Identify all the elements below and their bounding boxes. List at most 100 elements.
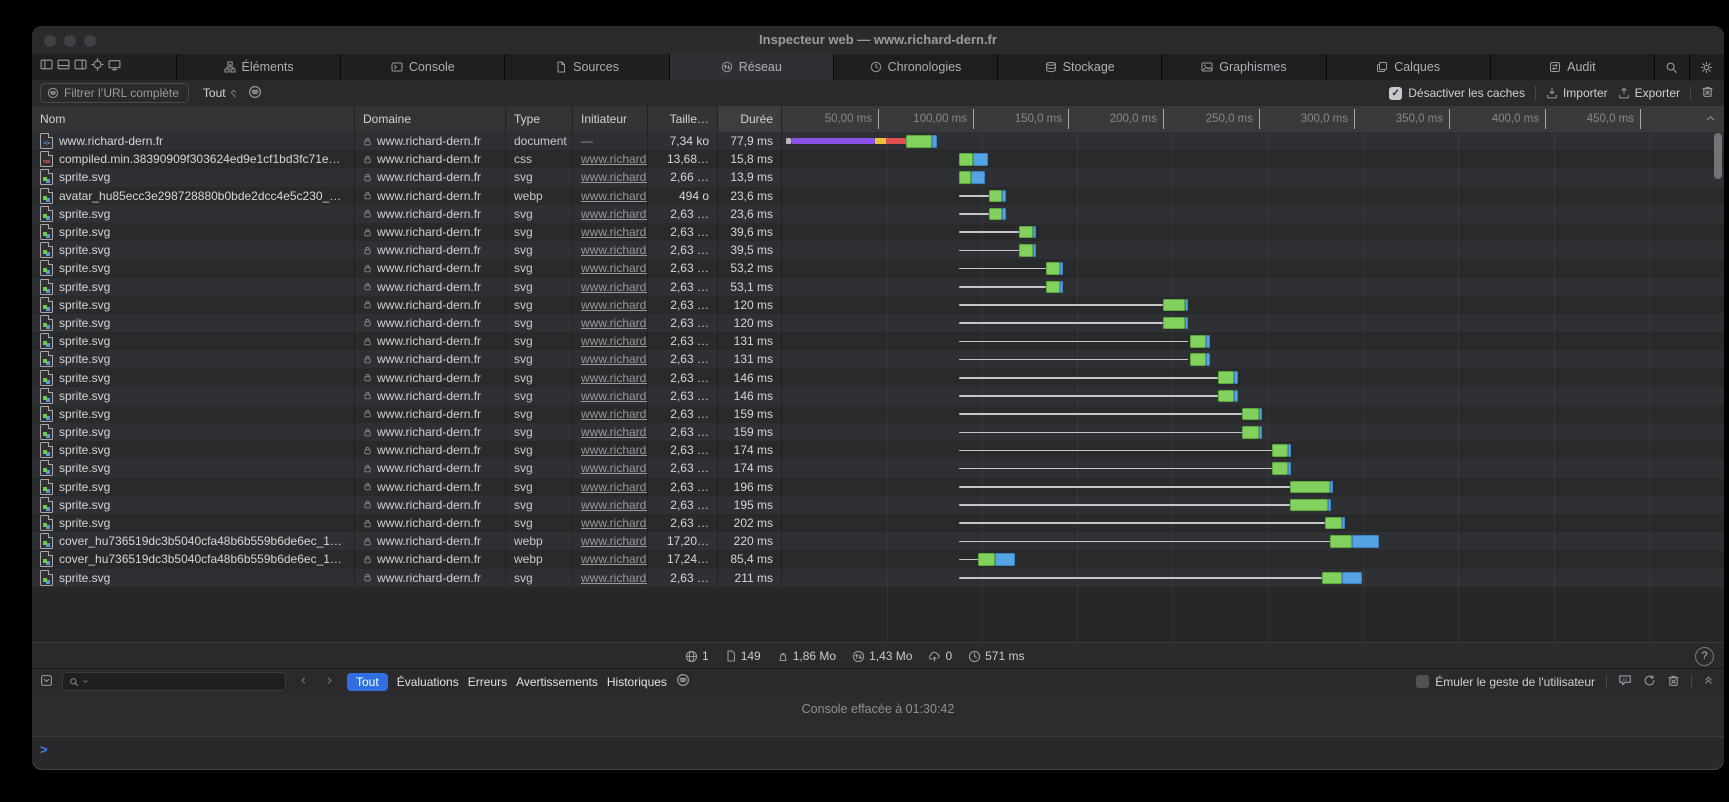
table-row[interactable]: sprite.svg www.richard-dern.fr svg www.r… xyxy=(32,387,1724,405)
table-row[interactable]: sprite.svg www.richard-dern.fr svg www.r… xyxy=(32,259,1724,277)
transferred-size: 1,43 Mo xyxy=(852,649,912,663)
header-domain[interactable]: Domaine xyxy=(355,106,506,132)
dock-bottom-icon[interactable] xyxy=(57,58,70,76)
clear-network-trash-icon[interactable] xyxy=(1701,85,1714,101)
table-row[interactable]: sprite.svg www.richard-dern.fr svg www.r… xyxy=(32,332,1724,350)
tab-console[interactable]: Console xyxy=(341,54,505,80)
show-javascript-messages-icon[interactable]: JS xyxy=(1618,673,1632,690)
initiator-link[interactable]: www.richard-d… xyxy=(573,368,648,386)
tab-graphics[interactable]: Graphismes xyxy=(1162,54,1326,80)
table-row[interactable]: sprite.svg www.richard-dern.fr svg www.r… xyxy=(32,459,1724,477)
emulate-user-gesture-checkbox[interactable]: Émuler le geste de l'utilisateur xyxy=(1416,675,1595,689)
table-row[interactable]: sprite.svg www.richard-dern.fr svg www.r… xyxy=(32,296,1724,314)
console-filter-logs[interactable]: Historiques xyxy=(607,675,667,689)
table-row[interactable]: cover_hu736519dc3b5040cfa48b6b559b6de6ec… xyxy=(32,532,1724,550)
table-row[interactable]: sprite.svg www.richard-dern.fr svg www.r… xyxy=(32,350,1724,368)
tab-sources[interactable]: Sources xyxy=(505,54,669,80)
console-filter-warnings[interactable]: Avertissements xyxy=(516,675,598,689)
settings-gear-icon[interactable] xyxy=(1690,54,1724,80)
initiator-link[interactable]: www.richard-d… xyxy=(573,514,648,532)
help-button[interactable]: ? xyxy=(1695,647,1714,666)
disable-caches-checkbox[interactable]: ✓ Désactiver les caches xyxy=(1389,86,1525,100)
tab-network[interactable]: Réseau xyxy=(670,54,834,80)
initiator-link[interactable]: www.richard-d… xyxy=(573,332,648,350)
console-search-input[interactable] xyxy=(62,672,286,691)
previous-result-button[interactable] xyxy=(295,675,312,689)
header-initiator[interactable]: Initiateur xyxy=(573,106,648,132)
console-filter-errors[interactable]: Erreurs xyxy=(468,675,507,689)
initiator-link[interactable]: www.richard-d… xyxy=(573,278,648,296)
header-name[interactable]: Nom xyxy=(32,106,355,132)
table-row[interactable]: sprite.svg www.richard-dern.fr svg www.r… xyxy=(32,441,1724,459)
initiator-link[interactable]: www.richard-d… xyxy=(573,205,648,223)
initiator-link[interactable]: www.richard-d… xyxy=(573,314,648,332)
image-file-icon xyxy=(40,279,53,295)
initiator-link[interactable]: www.richard-d… xyxy=(573,259,648,277)
initiator-link[interactable]: www.richard-d… xyxy=(573,350,648,368)
table-row[interactable]: sprite.svg www.richard-dern.fr svg www.r… xyxy=(32,205,1724,223)
initiator-link[interactable]: www.richard-d… xyxy=(573,423,648,441)
collapse-waterfall-chevron-icon[interactable] xyxy=(1705,113,1716,127)
next-result-button[interactable] xyxy=(321,675,338,689)
frames-count: 1 xyxy=(685,649,709,663)
initiator-link[interactable]: www.richard-d… xyxy=(573,296,648,314)
initiator-link[interactable]: www.richard-d… xyxy=(573,187,648,205)
initiator-link[interactable]: www.richard-d… xyxy=(573,550,648,568)
table-row[interactable]: css compiled.min.38390909f303624ed9e1cf1… xyxy=(32,150,1724,168)
initiator-link[interactable]: www.richard-d… xyxy=(573,241,648,259)
table-row[interactable]: avatar_hu85ecc3e298728880b0bde2dcc4e5c23… xyxy=(32,187,1724,205)
device-icon[interactable] xyxy=(108,58,121,76)
lock-icon xyxy=(363,554,372,565)
initiator-link[interactable]: www.richard-d… xyxy=(573,168,648,186)
table-row[interactable]: sprite.svg www.richard-dern.fr svg www.r… xyxy=(32,478,1724,496)
table-row[interactable]: sprite.svg www.richard-dern.fr svg www.r… xyxy=(32,241,1724,259)
import-button[interactable]: Importer xyxy=(1546,86,1608,100)
console-filter-all[interactable]: Tout xyxy=(347,673,388,691)
table-row[interactable]: sprite.svg www.richard-dern.fr svg www.r… xyxy=(32,223,1724,241)
initiator-link[interactable]: www.richard-d… xyxy=(573,387,648,405)
table-row[interactable]: sprite.svg www.richard-dern.fr svg www.r… xyxy=(32,496,1724,514)
collapse-console-icon[interactable] xyxy=(40,674,53,690)
table-row[interactable]: sprite.svg www.richard-dern.fr svg www.r… xyxy=(32,569,1724,587)
initiator-link[interactable]: www.richard-d… xyxy=(573,459,648,477)
initiator-link[interactable]: www.richard-d… xyxy=(573,569,648,587)
initiator-link[interactable]: www.richard-d… xyxy=(573,223,648,241)
initiator-link[interactable]: www.richard-d… xyxy=(573,532,648,550)
resource-type-dropdown[interactable]: Tout xyxy=(203,86,238,100)
console-filter-evaluations[interactable]: Évaluations xyxy=(397,675,459,689)
element-picker-icon[interactable] xyxy=(91,58,104,76)
tab-audit[interactable]: Audit xyxy=(1491,54,1655,80)
tab-timelines[interactable]: Chronologies xyxy=(834,54,998,80)
expand-console-chevrons-icon[interactable] xyxy=(1703,674,1714,689)
table-row[interactable]: sprite.svg www.richard-dern.fr svg www.r… xyxy=(32,168,1724,186)
filter-menu-icon[interactable] xyxy=(248,85,262,102)
dock-left-icon[interactable] xyxy=(40,58,53,76)
clear-console-trash-icon[interactable] xyxy=(1667,674,1680,690)
table-row[interactable]: sprite.svg www.richard-dern.fr svg www.r… xyxy=(32,314,1724,332)
console-prompt[interactable]: > xyxy=(32,736,1724,763)
url-filter-field[interactable]: Filtrer l’URL complète xyxy=(40,83,189,103)
initiator-link[interactable]: www.richard-d… xyxy=(573,150,648,168)
header-duration[interactable]: Durée xyxy=(718,106,782,132)
table-row[interactable]: cover_hu736519dc3b5040cfa48b6b559b6de6ec… xyxy=(32,550,1724,568)
tab-elements[interactable]: Éléments xyxy=(177,54,341,80)
dock-right-icon[interactable] xyxy=(74,58,87,76)
table-row[interactable]: sprite.svg www.richard-dern.fr svg www.r… xyxy=(32,278,1724,296)
console-filter-menu-icon[interactable] xyxy=(676,673,690,690)
table-row[interactable]: <> www.richard-dern.fr www.richard-dern.… xyxy=(32,132,1724,150)
tab-storage[interactable]: Stockage xyxy=(998,54,1162,80)
initiator-link[interactable]: www.richard-d… xyxy=(573,496,648,514)
initiator-link[interactable]: www.richard-d… xyxy=(573,478,648,496)
table-row[interactable]: sprite.svg www.richard-dern.fr svg www.r… xyxy=(32,368,1724,386)
header-size[interactable]: Taille… xyxy=(648,106,718,132)
initiator-link[interactable]: www.richard-d… xyxy=(573,405,648,423)
search-icon[interactable] xyxy=(1655,54,1690,80)
tab-layers[interactable]: Calques xyxy=(1327,54,1491,80)
table-row[interactable]: sprite.svg www.richard-dern.fr svg www.r… xyxy=(32,405,1724,423)
table-row[interactable]: sprite.svg www.richard-dern.fr svg www.r… xyxy=(32,423,1724,441)
export-button[interactable]: Exporter xyxy=(1618,86,1680,100)
reload-icon[interactable] xyxy=(1643,674,1656,690)
header-type[interactable]: Type xyxy=(506,106,573,132)
initiator-link[interactable]: www.richard-d… xyxy=(573,441,648,459)
table-row[interactable]: sprite.svg www.richard-dern.fr svg www.r… xyxy=(32,514,1724,532)
